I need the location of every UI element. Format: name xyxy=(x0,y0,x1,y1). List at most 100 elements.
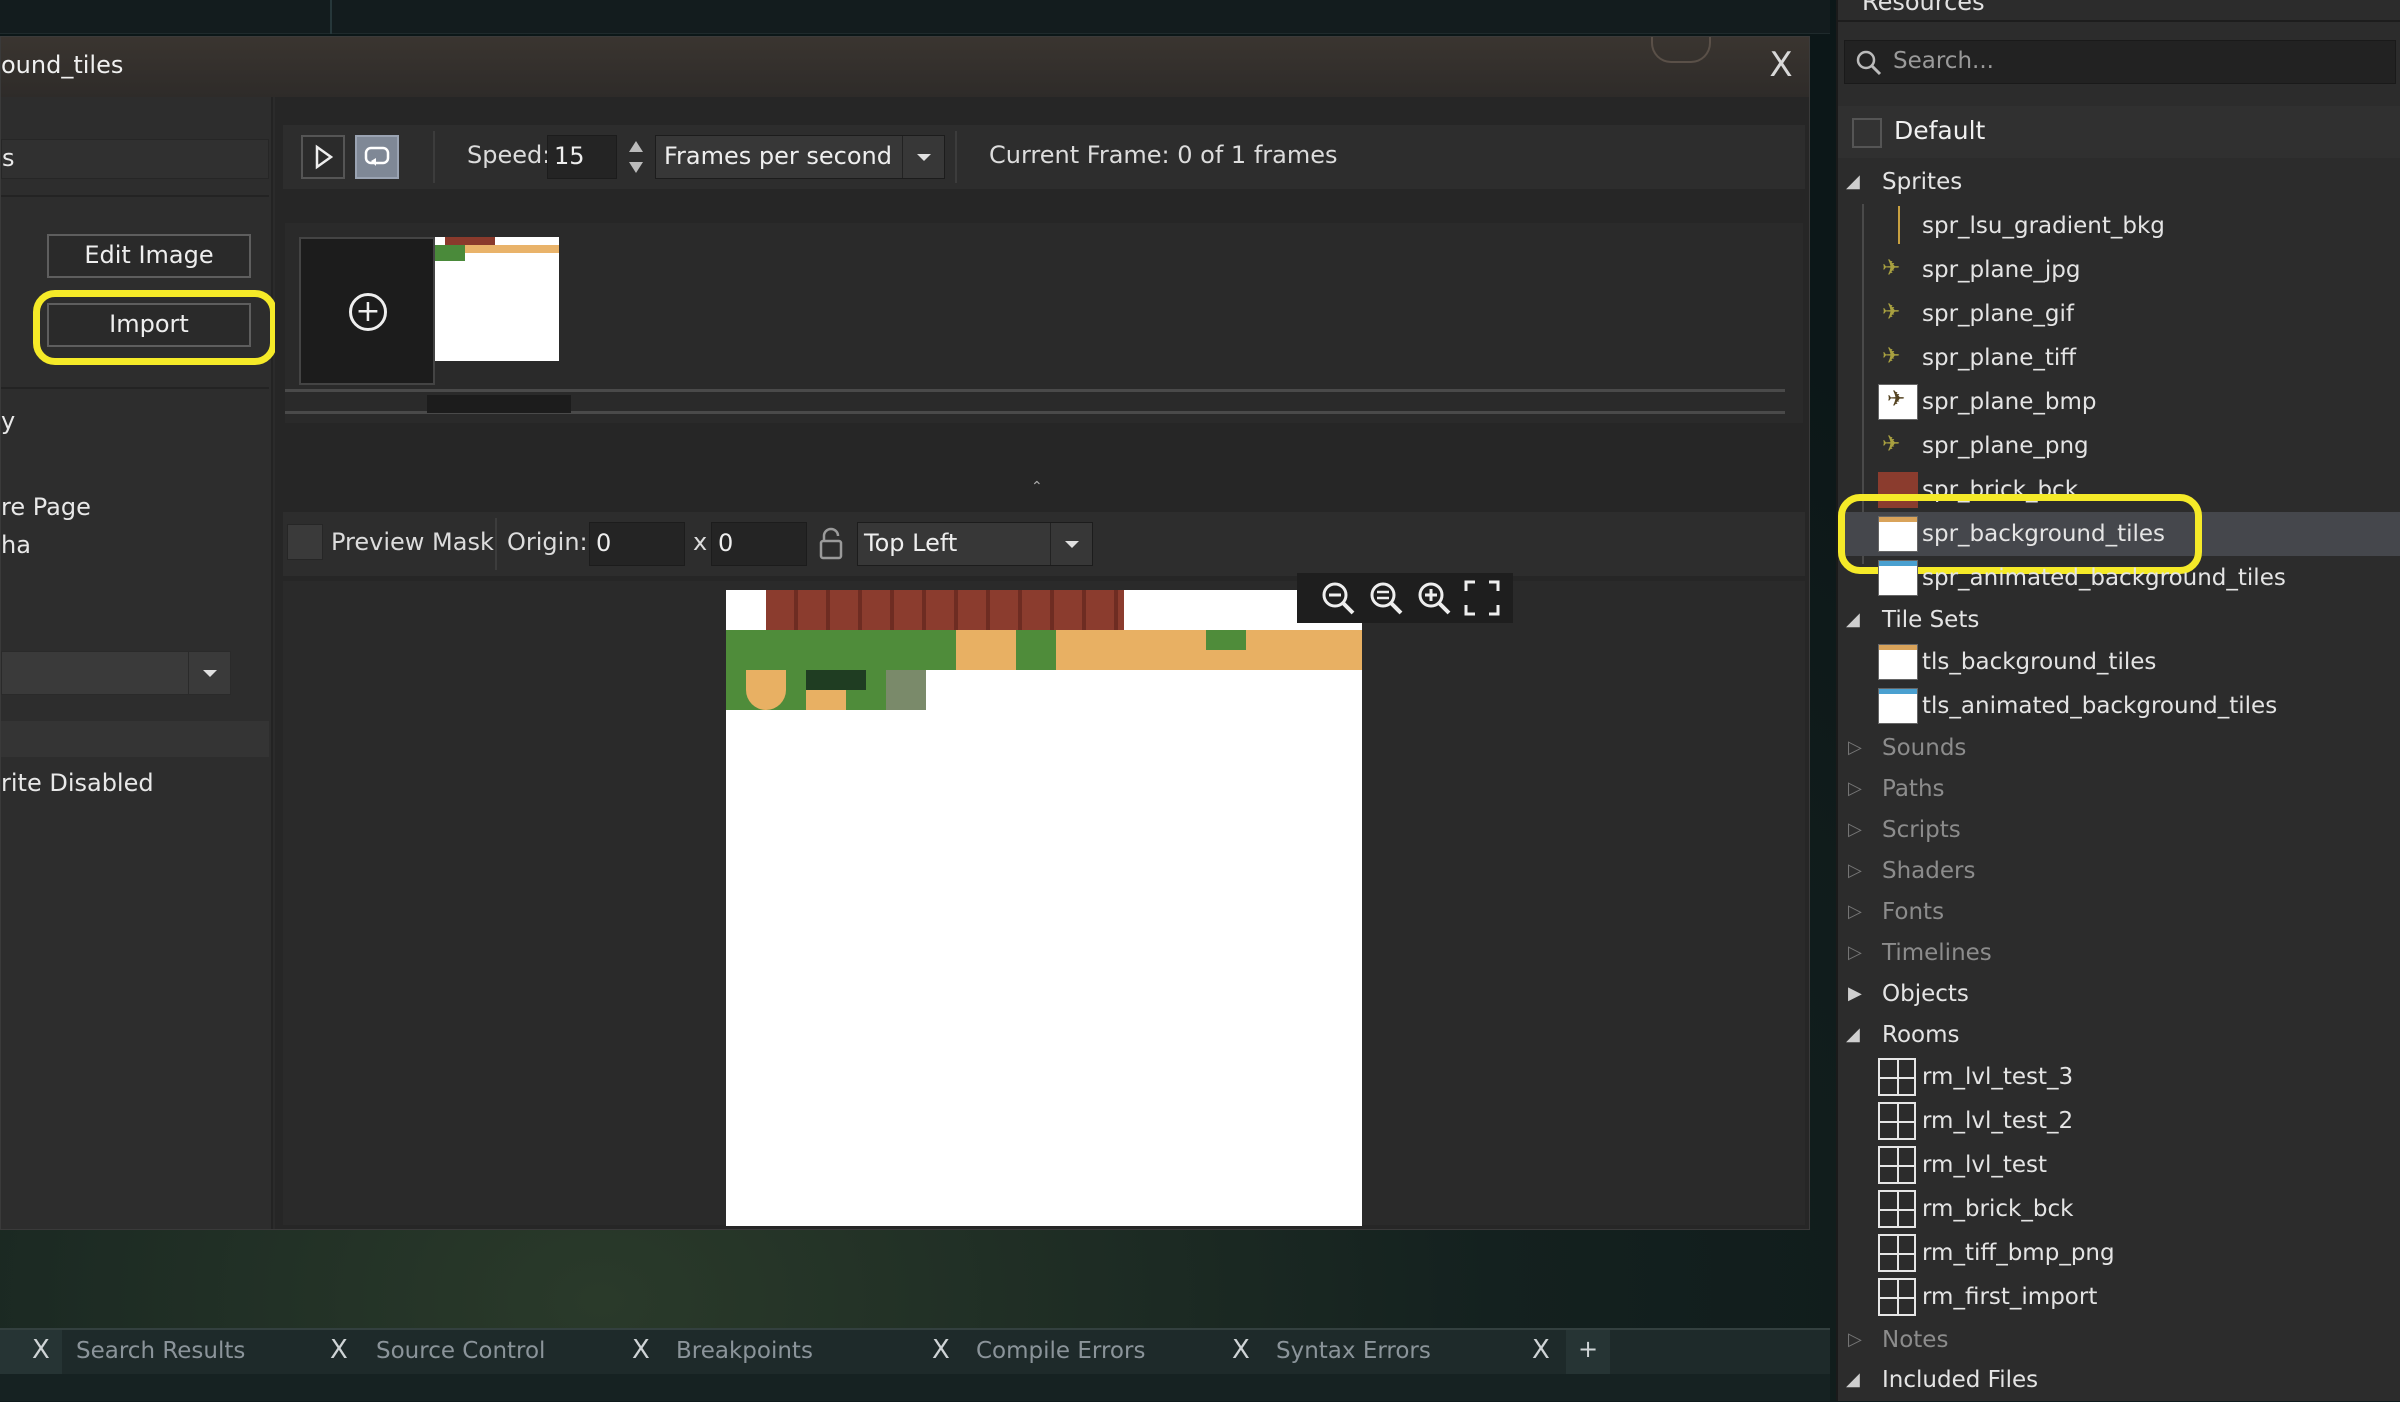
resources-search-input[interactable]: Search... xyxy=(1844,40,2396,84)
sprite-thumb: ✈ xyxy=(1878,384,1918,420)
room-icon xyxy=(1878,1146,1916,1184)
tab-output[interactable]: X xyxy=(0,1330,62,1376)
divider xyxy=(1,387,269,389)
close-icon[interactable]: X xyxy=(32,1335,50,1365)
tree-item-room[interactable]: rm_tiff_bmp_png xyxy=(1838,1231,2400,1275)
tab-label: Syntax Errors xyxy=(1276,1338,1431,1364)
tree-group-paths[interactable]: ▷ Paths xyxy=(1838,767,2400,811)
tree-group-fonts[interactable]: ▷ Fonts xyxy=(1838,890,2400,934)
room-icon xyxy=(1878,1102,1916,1140)
speed-unit-dropdown[interactable]: Frames per second xyxy=(655,135,945,179)
close-icon[interactable]: X xyxy=(1232,1335,1250,1365)
section-header xyxy=(1,721,269,757)
tree-item-tileset[interactable]: tls_background_tiles xyxy=(1838,640,2400,684)
tree-item-sprite[interactable]: spr_lsu_gradient_bkg xyxy=(1838,204,2400,248)
sprite-image xyxy=(726,590,1362,1226)
expanded-triangle-icon: ◢ xyxy=(1846,609,1860,630)
sprite-name: spr_plane_tiff xyxy=(1922,345,2077,371)
edit-image-button[interactable]: Edit Image xyxy=(47,234,251,278)
tree-item-sprite[interactable]: ✈ spr_plane_jpg xyxy=(1838,248,2400,292)
sand-tile xyxy=(746,670,786,710)
zoom-in-icon[interactable] xyxy=(1415,579,1453,617)
frame-timeline[interactable] xyxy=(285,389,1803,419)
chevron-down-icon[interactable] xyxy=(188,652,230,694)
tree-item-room[interactable]: rm_lvl_test_3 xyxy=(1838,1055,2400,1099)
tree-group-notes[interactable]: ▷ Notes xyxy=(1838,1318,2400,1362)
speed-stepper[interactable] xyxy=(625,137,647,177)
frame-thumbnail[interactable] xyxy=(435,237,559,361)
current-frame-label: Current Frame: 0 of 1 frames xyxy=(989,141,1338,169)
sprite-canvas[interactable] xyxy=(283,573,1805,1226)
close-editor-button[interactable]: X xyxy=(1761,45,1801,85)
collapse-handle[interactable]: ⌃ xyxy=(1031,479,1043,495)
texture-group-dropdown[interactable] xyxy=(1,651,231,695)
name-field[interactable]: s xyxy=(1,139,269,179)
fullscreen-icon[interactable] xyxy=(1463,579,1501,617)
loop-toggle-button[interactable] xyxy=(355,135,399,179)
close-icon[interactable]: X xyxy=(932,1335,950,1365)
tree-group-included-files[interactable]: ◢ Included Files xyxy=(1838,1358,2400,1402)
zoom-out-icon[interactable] xyxy=(1319,579,1357,617)
default-group-header[interactable]: Default xyxy=(1838,106,2400,158)
tab-breakpoints[interactable]: Breakpoints X xyxy=(664,1330,962,1376)
sprite-name: spr_plane_gif xyxy=(1922,301,2074,327)
tab-label: Search Results xyxy=(76,1338,246,1364)
tree-item-room[interactable]: rm_lvl_test xyxy=(1838,1143,2400,1187)
separate-page-label[interactable]: re Page xyxy=(1,493,91,521)
tileset-name: tls_animated_background_tiles xyxy=(1922,693,2278,719)
alpha-label[interactable]: ha xyxy=(1,531,31,559)
tree-group-objects[interactable]: ▶ Objects xyxy=(1838,972,2400,1016)
close-icon[interactable]: X xyxy=(330,1335,348,1365)
tree-item-sprite[interactable]: ✈ spr_plane_tiff xyxy=(1838,336,2400,380)
tab-syntax-errors[interactable]: Syntax Errors X xyxy=(1264,1330,1562,1376)
origin-x-input[interactable]: 0 xyxy=(589,522,685,566)
tree-item-sprite[interactable]: ✈ spr_plane_gif xyxy=(1838,292,2400,336)
origin-y-input[interactable]: 0 xyxy=(711,522,807,566)
play-button[interactable] xyxy=(301,135,345,179)
tree-group-scripts[interactable]: ▷ Scripts xyxy=(1838,808,2400,852)
resources-title: Resources xyxy=(1862,0,1985,16)
chevron-down-icon[interactable] xyxy=(1050,523,1092,565)
room-name: rm_lvl_test xyxy=(1922,1152,2048,1178)
lock-origin-button[interactable] xyxy=(815,526,847,562)
close-icon[interactable]: X xyxy=(632,1335,650,1365)
zoom-reset-icon[interactable] xyxy=(1367,579,1405,617)
tree-item-room[interactable]: rm_lvl_test_2 xyxy=(1838,1099,2400,1143)
origin-separator: x xyxy=(693,528,708,556)
group-label: Shaders xyxy=(1882,858,1976,884)
preview-mask-checkbox[interactable] xyxy=(287,524,323,560)
add-frame-button[interactable]: + xyxy=(299,237,435,385)
add-tab-button[interactable]: + xyxy=(1566,1330,1610,1376)
group-label: Scripts xyxy=(1882,817,1961,843)
tree-item-room[interactable]: rm_first_import xyxy=(1838,1275,2400,1319)
import-button[interactable]: Import xyxy=(47,303,251,347)
tab-source-control[interactable]: Source Control X xyxy=(364,1330,662,1376)
tree-group-timelines[interactable]: ▷ Timelines xyxy=(1838,931,2400,975)
speed-input[interactable]: 15 xyxy=(547,135,617,179)
tab-compile-errors[interactable]: Compile Errors X xyxy=(964,1330,1262,1376)
tree-group-shaders[interactable]: ▷ Shaders xyxy=(1838,849,2400,893)
origin-preset-dropdown[interactable]: Top Left xyxy=(857,522,1093,566)
default-group-label: Default xyxy=(1894,116,1986,145)
chevron-down-icon[interactable] xyxy=(902,136,944,178)
collapsed-triangle-icon: ▷ xyxy=(1848,1329,1862,1350)
speed-label: Speed: xyxy=(467,141,551,169)
tree-item-sprite[interactable]: ✈ spr_plane_png xyxy=(1838,424,2400,468)
room-icon xyxy=(1878,1058,1916,1096)
tree-group-tilesets[interactable]: ◢ Tile Sets xyxy=(1838,598,2400,642)
group-label: Paths xyxy=(1882,776,1945,802)
group-icon xyxy=(1852,118,1882,148)
group-label: Timelines xyxy=(1882,940,1992,966)
speed-unit-value: Frames per second xyxy=(664,142,892,170)
tree-item-sprite[interactable]: spr_animated_background_tiles xyxy=(1838,556,2400,600)
tree-group-sprites[interactable]: ◢ Sprites xyxy=(1838,160,2400,204)
tab-search-results[interactable]: Search Results X xyxy=(64,1330,362,1376)
close-icon[interactable]: X xyxy=(1532,1335,1550,1365)
editor-title-bar[interactable]: ound_tiles X xyxy=(1,37,1809,97)
room-name: rm_first_import xyxy=(1922,1284,2098,1310)
tree-group-sounds[interactable]: ▷ Sounds xyxy=(1838,726,2400,770)
tree-item-tileset[interactable]: tls_animated_background_tiles xyxy=(1838,684,2400,728)
tree-item-sprite[interactable]: ✈ spr_plane_bmp xyxy=(1838,380,2400,424)
tree-item-room[interactable]: rm_brick_bck xyxy=(1838,1187,2400,1231)
tree-group-rooms[interactable]: ◢ Rooms xyxy=(1838,1013,2400,1057)
